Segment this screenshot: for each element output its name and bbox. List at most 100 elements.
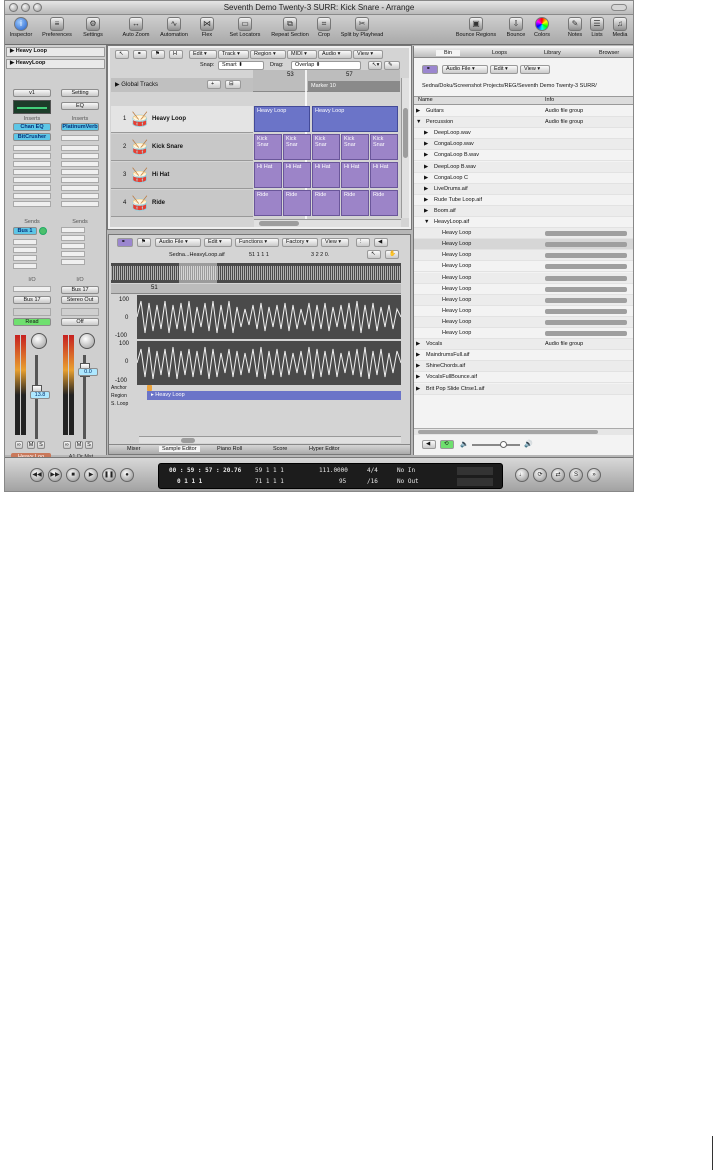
- pointer-tool-icon[interactable]: ↖▾: [368, 61, 382, 70]
- strip1-automation-mode[interactable]: Read: [13, 318, 51, 326]
- se-menu-factory[interactable]: Factory ▾: [282, 238, 318, 247]
- bin-row[interactable]: CongaLoop B.wav ▶: [414, 150, 633, 162]
- region[interactable]: Kick Snar: [370, 134, 398, 160]
- tab-sample-editor[interactable]: Sample Editor: [159, 446, 200, 452]
- strip1-group-slot[interactable]: [13, 308, 51, 316]
- region[interactable]: Kick Snar: [254, 134, 282, 160]
- region[interactable]: Ride: [341, 190, 369, 216]
- inspector-track-header[interactable]: ▶ HeavyLoop: [6, 59, 105, 69]
- bin-row[interactable]: Guitars ▶ Audio file group: [414, 106, 633, 117]
- strip1-solo-button[interactable]: S: [37, 441, 45, 449]
- bin-row[interactable]: Boom.aif ▶: [414, 205, 633, 217]
- strip2-insert-slot[interactable]: [61, 193, 99, 199]
- strip1-insert-slot[interactable]: [13, 169, 51, 175]
- split-by-playhead-button[interactable]: ✂ Split by Playhead: [336, 17, 388, 38]
- strip2-group-slot[interactable]: [61, 308, 99, 316]
- col-info[interactable]: Info: [545, 97, 554, 104]
- region[interactable]: Ride: [312, 190, 340, 216]
- strip1-mute-button[interactable]: M: [27, 441, 35, 449]
- tab-piano-roll[interactable]: Piano Roll: [217, 446, 242, 452]
- strip2-insert-slot[interactable]: [61, 145, 99, 151]
- strip1-setting-button[interactable]: v1: [13, 89, 51, 97]
- disclosure-closed-icon[interactable]: ▶: [416, 106, 420, 117]
- more-icon[interactable]: »: [587, 468, 601, 482]
- tab-mixer[interactable]: Mixer: [127, 446, 140, 452]
- strip2-solo-button[interactable]: S: [85, 441, 93, 449]
- bin-row[interactable]: CongaLoop.wav ▶: [414, 139, 633, 151]
- pointer-tool-icon[interactable]: ↖: [367, 250, 381, 259]
- strip2-input-button[interactable]: Bus 17: [61, 286, 99, 294]
- snap-select[interactable]: Smart ⬍: [218, 61, 264, 70]
- strip1-insert-slot[interactable]: [13, 145, 51, 151]
- bin-row[interactable]: ShineChords.aif ▶: [414, 361, 633, 373]
- strip1-send-slot[interactable]: [13, 263, 37, 269]
- record-button[interactable]: ●: [120, 468, 134, 482]
- tab-library[interactable]: Library: [544, 50, 561, 56]
- strip1-send-slot[interactable]: [13, 247, 37, 253]
- bin-row[interactable]: Heavy Loop: [414, 328, 633, 339]
- waveform-overview[interactable]: [111, 263, 401, 283]
- bin-row[interactable]: Heavy Loop: [414, 272, 633, 284]
- strip2-insert-slot[interactable]: [61, 153, 99, 159]
- strip2-insert-slot[interactable]: [61, 201, 99, 207]
- disclosure-closed-icon[interactable]: ▶: [424, 162, 428, 173]
- bar-ruler[interactable]: 53 57 Marker 10: [253, 70, 400, 92]
- arrange-menu-region[interactable]: Region ▾: [250, 50, 286, 59]
- region[interactable]: Heavy Loop: [312, 106, 398, 132]
- bin-row[interactable]: VocalsFullBounce.aif ▶: [414, 372, 633, 384]
- bin-row[interactable]: LiveDrums.aif ▶: [414, 183, 633, 195]
- bin-row[interactable]: Heavy Loop: [414, 228, 633, 240]
- se-region[interactable]: ▸ Heavy Loop: [147, 391, 401, 400]
- arrange-menu-audio[interactable]: Audio ▾: [318, 50, 352, 59]
- bin-menu-view[interactable]: View ▾: [520, 65, 550, 74]
- disclosure-closed-icon[interactable]: ▶: [416, 361, 420, 372]
- strip1-link-button[interactable]: ∞: [15, 441, 23, 449]
- strip1-insert-slot[interactable]: [13, 193, 51, 199]
- bin-row[interactable]: Percussion ▼ Audio file group: [414, 117, 633, 129]
- flex-button[interactable]: ⋈ Flex: [197, 17, 217, 38]
- lists-button[interactable]: ☰ Lists: [588, 17, 606, 38]
- arrange-menu-track[interactable]: Track ▾: [218, 50, 249, 59]
- disclosure-closed-icon[interactable]: ▶: [424, 206, 428, 217]
- strip2-insert-slot[interactable]: [61, 161, 99, 167]
- stop-button[interactable]: ■: [66, 468, 80, 482]
- drag-select[interactable]: Overlap ⬍: [291, 61, 361, 70]
- toolbar-toggle-button[interactable]: [611, 4, 627, 11]
- se-menu-view[interactable]: View ▾: [321, 238, 349, 247]
- disclosure-closed-icon[interactable]: ▶: [416, 372, 420, 383]
- strip2-insert-slot[interactable]: [61, 185, 99, 191]
- bin-row[interactable]: Heavy Loop: [414, 261, 633, 273]
- strip2-automation-mode[interactable]: Off: [61, 318, 99, 326]
- bin-row[interactable]: Heavy Loop: [414, 316, 633, 328]
- inspector-region-header[interactable]: ▶ Heavy Loop: [6, 47, 105, 57]
- strip2-insert-slot[interactable]: [61, 177, 99, 183]
- strip2-insert-1[interactable]: PlatinumVerb: [61, 123, 99, 131]
- bin-row[interactable]: Heavy Loop: [414, 250, 633, 262]
- strip1-send-slot[interactable]: [13, 255, 37, 261]
- overview-selection[interactable]: [179, 263, 217, 283]
- bin-horizontal-scrollbar[interactable]: [414, 428, 633, 435]
- bin-row[interactable]: CongaLoop C ▶: [414, 173, 633, 184]
- region[interactable]: Hi Hat: [341, 162, 369, 188]
- catch-icon[interactable]: ⚑: [151, 50, 165, 59]
- tab-bin[interactable]: Bin: [436, 50, 460, 56]
- rewind-button[interactable]: ◀◀: [30, 468, 44, 482]
- strip2-mute-button[interactable]: M: [75, 441, 83, 449]
- strip2-send-slot[interactable]: [61, 243, 85, 249]
- region[interactable]: Kick Snar: [341, 134, 369, 160]
- bin-row[interactable]: DeepLoop.wav ▶: [414, 128, 633, 140]
- play-button[interactable]: ▶: [84, 468, 98, 482]
- arrange-horizontal-scrollbar[interactable]: [254, 219, 401, 227]
- bin-menu-edit[interactable]: Edit ▾: [490, 65, 518, 74]
- arrange-menu-edit[interactable]: Edit ▾: [189, 50, 217, 59]
- disclosure-closed-icon[interactable]: ▶: [416, 384, 420, 395]
- strip2-send-slot[interactable]: [61, 259, 85, 265]
- media-button[interactable]: ♫ Media: [609, 17, 631, 38]
- strip2-insert-slot[interactable]: [61, 135, 99, 141]
- bin-row[interactable]: Heavy Loop: [414, 294, 633, 306]
- bin-row[interactable]: Brit Pop Slide Ctrse1.aif ▶: [414, 383, 633, 395]
- prelisten-volume-slider[interactable]: [472, 441, 520, 448]
- strip2-insert-slot[interactable]: [61, 169, 99, 175]
- forward-button[interactable]: ▶▶: [48, 468, 62, 482]
- cycle-icon[interactable]: ⟳: [533, 468, 547, 482]
